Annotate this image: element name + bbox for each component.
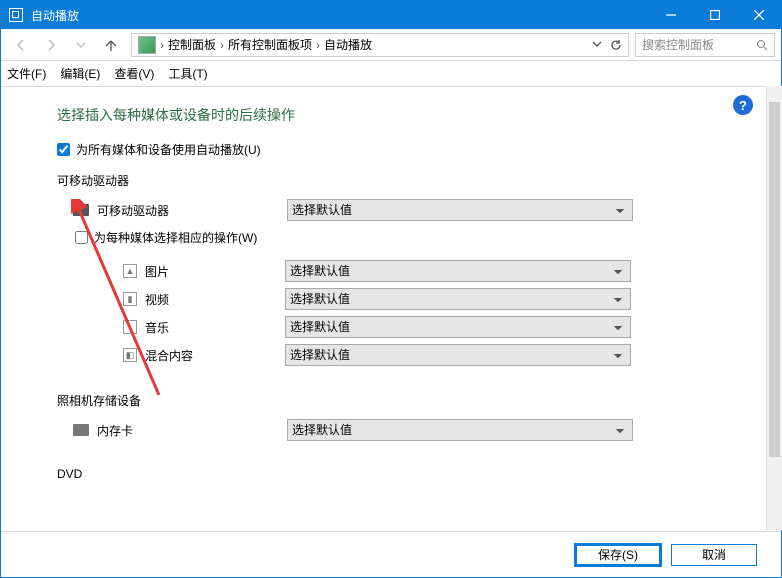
breadcrumb-seg1[interactable]: 控制面板 <box>164 36 220 53</box>
breadcrumb-seg3[interactable]: 自动播放 <box>320 36 376 53</box>
minimize-button[interactable] <box>649 1 693 29</box>
media-music-row: ♪ 音乐 选择默认值 <box>57 316 761 338</box>
refresh-icon[interactable] <box>610 39 622 51</box>
titlebar: 自动播放 <box>1 1 781 29</box>
removable-drive-select[interactable]: 选择默认值 <box>287 199 633 221</box>
mixed-icon: ◧ <box>123 348 137 362</box>
media-music-label: 音乐 <box>145 319 285 336</box>
mixed-select[interactable]: 选择默认值 <box>285 344 631 366</box>
scrollbar[interactable] <box>766 86 782 530</box>
menu-edit[interactable]: 编辑(E) <box>60 65 100 82</box>
scroll-thumb[interactable] <box>769 102 780 457</box>
section-dvd: DVD <box>57 467 761 481</box>
removable-drive-row: 可移动驱动器 选择默认值 <box>57 199 761 221</box>
media-videos-label: 视频 <box>145 291 285 308</box>
menu-file[interactable]: 文件(F) <box>7 65 46 82</box>
breadcrumb-seg2[interactable]: 所有控制面板项 <box>224 36 316 53</box>
removable-drive-label: 可移动驱动器 <box>97 202 287 219</box>
memory-card-row: 内存卡 选择默认值 <box>57 419 761 441</box>
media-pictures-row: ▲ 图片 选择默认值 <box>57 260 761 282</box>
music-icon: ♪ <box>123 320 137 334</box>
menu-view[interactable]: 查看(V) <box>114 65 154 82</box>
cancel-button[interactable]: 取消 <box>671 544 757 566</box>
help-icon[interactable]: ? <box>733 95 753 115</box>
memory-card-select[interactable]: 选择默认值 <box>287 419 633 441</box>
section-removable: 可移动驱动器 <box>57 172 761 189</box>
search-icon <box>756 39 768 51</box>
recent-button[interactable] <box>67 31 95 59</box>
chevron-down-icon[interactable] <box>592 39 602 49</box>
address-bar: › 控制面板 › 所有控制面板项 › 自动播放 搜索控制面板 <box>1 29 781 61</box>
forward-button[interactable] <box>37 31 65 59</box>
memory-card-label: 内存卡 <box>97 422 287 439</box>
use-autoplay-all-row: 为所有媒体和设备使用自动播放(U) <box>57 141 761 158</box>
maximize-button[interactable] <box>693 1 737 29</box>
music-select[interactable]: 选择默认值 <box>285 316 631 338</box>
up-button[interactable] <box>97 31 125 59</box>
menubar: 文件(F) 编辑(E) 查看(V) 工具(T) <box>1 61 781 87</box>
section-camera: 照相机存储设备 <box>57 392 761 409</box>
media-pictures-label: 图片 <box>145 263 285 280</box>
choose-per-media-checkbox[interactable] <box>75 231 88 244</box>
drive-icon <box>73 204 89 216</box>
search-placeholder: 搜索控制面板 <box>642 36 756 53</box>
save-button[interactable]: 保存(S) <box>575 544 661 566</box>
use-autoplay-all-checkbox[interactable] <box>57 143 70 156</box>
footer: 保存(S) 取消 <box>1 531 781 577</box>
page-title: 选择插入每种媒体或设备时的后续操作 <box>57 105 761 125</box>
search-input[interactable]: 搜索控制面板 <box>635 33 775 57</box>
back-button[interactable] <box>7 31 35 59</box>
media-mixed-row: ◧ 混合内容 选择默认值 <box>57 344 761 366</box>
close-button[interactable] <box>737 1 781 29</box>
choose-per-media-label: 为每种媒体选择相应的操作(W) <box>94 229 257 246</box>
videos-select[interactable]: 选择默认值 <box>285 288 631 310</box>
window-title: 自动播放 <box>31 7 649 24</box>
use-autoplay-all-label: 为所有媒体和设备使用自动播放(U) <box>76 141 261 158</box>
address-actions[interactable] <box>588 39 626 51</box>
breadcrumb[interactable]: › 控制面板 › 所有控制面板项 › 自动播放 <box>131 33 629 57</box>
videos-icon: ▮ <box>123 292 137 306</box>
memory-card-icon <box>73 424 89 436</box>
pictures-select[interactable]: 选择默认值 <box>285 260 631 282</box>
media-mixed-label: 混合内容 <box>145 347 285 364</box>
menu-tools[interactable]: 工具(T) <box>168 65 207 82</box>
media-videos-row: ▮ 视频 选择默认值 <box>57 288 761 310</box>
content-area: ? 选择插入每种媒体或设备时的后续操作 为所有媒体和设备使用自动播放(U) 可移… <box>1 87 781 531</box>
control-panel-icon <box>138 36 156 54</box>
choose-per-media-row: 为每种媒体选择相应的操作(W) <box>75 229 761 246</box>
app-icon <box>9 8 23 22</box>
pictures-icon: ▲ <box>123 264 137 278</box>
